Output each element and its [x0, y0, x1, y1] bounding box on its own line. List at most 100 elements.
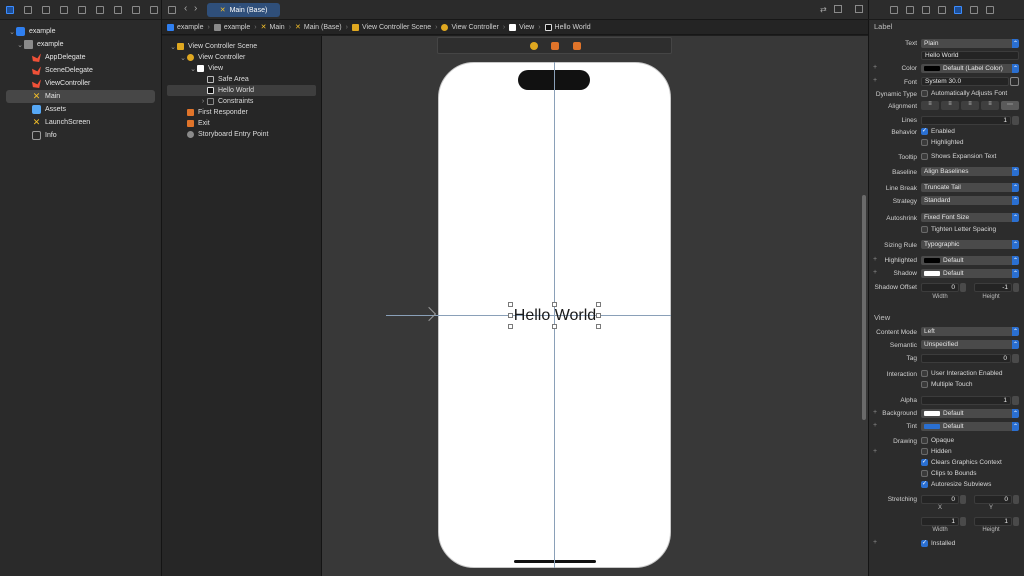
tree-item-assets[interactable]: Assets — [6, 103, 155, 116]
test-icon[interactable] — [96, 5, 104, 14]
alignment-segmented-control[interactable]: ≡ ≡ ≡ ≡ ⋯ — [921, 101, 1019, 110]
outline-item-entry-point[interactable]: Storyboard Entry Point — [167, 129, 316, 140]
font-field[interactable]: System 30.0 — [921, 77, 1009, 86]
stepper-icon[interactable] — [1012, 354, 1019, 363]
breadcrumb-item[interactable]: Hello World — [544, 23, 591, 31]
add-variation-icon[interactable]: + — [873, 539, 877, 546]
chevron-down-icon[interactable]: ⌄ — [189, 65, 197, 73]
autoshrink-popup[interactable]: Fixed Font Size — [921, 213, 1019, 222]
color-popup[interactable]: Default (Label Color) — [921, 64, 1019, 73]
grid-icon[interactable] — [168, 6, 176, 14]
stepper-icon[interactable] — [960, 517, 966, 526]
back-icon[interactable]: ‹ — [184, 3, 187, 14]
add-editor-icon[interactable] — [834, 5, 842, 13]
content-mode-popup[interactable]: Left — [921, 327, 1019, 336]
line-break-popup[interactable]: Truncate Tail — [921, 183, 1019, 192]
resize-handle[interactable] — [552, 302, 557, 307]
breadcrumb-item[interactable]: View — [509, 23, 534, 31]
symbol-icon[interactable] — [42, 5, 50, 14]
resize-handle[interactable] — [508, 313, 513, 318]
outline-item-scene[interactable]: ⌄ View Controller Scene — [167, 41, 316, 52]
align-center-icon[interactable]: ≡ — [941, 101, 959, 110]
stepper-icon[interactable] — [1012, 396, 1019, 405]
stepper-icon[interactable] — [1013, 495, 1019, 504]
resize-handle[interactable] — [596, 324, 601, 329]
breadcrumb-item[interactable]: ✕ Main — [261, 23, 285, 32]
debug-icon[interactable] — [114, 5, 122, 14]
enabled-checkbox[interactable]: Enabled — [921, 127, 955, 135]
background-popup[interactable]: Default — [921, 409, 1019, 418]
resize-handle[interactable] — [596, 302, 601, 307]
resize-handle[interactable] — [508, 324, 513, 329]
chevron-down-icon[interactable]: ⌄ — [8, 28, 16, 36]
hello-world-label[interactable]: Hello World — [510, 305, 600, 326]
shadow-offset-width-field[interactable]: 0 — [921, 283, 959, 292]
forward-icon[interactable]: › — [194, 3, 197, 14]
dynamic-type-checkbox[interactable]: Automatically Adjusts Font — [921, 90, 1007, 97]
quick-help-icon[interactable] — [922, 5, 930, 14]
tree-item-viewcontroller[interactable]: ViewController — [6, 77, 155, 90]
breadcrumb-item[interactable]: example — [213, 23, 250, 31]
outline-item-hello-world[interactable]: Hello World — [167, 85, 316, 96]
stretching-height-field[interactable]: 1 — [974, 517, 1012, 526]
tab-main-base[interactable]: ✕ Main (Base) — [207, 3, 280, 17]
shadow-popup[interactable]: Default — [921, 269, 1019, 278]
lines-field[interactable]: 1 — [921, 116, 1011, 125]
font-picker-icon[interactable] — [1010, 77, 1019, 86]
tree-item-main[interactable]: ✕ Main — [6, 90, 155, 103]
tint-popup[interactable]: Default — [921, 422, 1019, 431]
stepper-icon[interactable] — [1012, 116, 1019, 125]
history-icon[interactable] — [906, 5, 914, 14]
size-inspector-icon[interactable] — [970, 5, 978, 14]
outline-item-view[interactable]: ⌄ View — [167, 63, 316, 74]
resize-handle[interactable] — [596, 313, 601, 318]
breakpoint-icon[interactable] — [132, 5, 140, 14]
report-icon[interactable] — [150, 5, 158, 14]
breadcrumb-item[interactable]: View Controller — [441, 23, 499, 31]
tree-item-scenedelegate[interactable]: SceneDelegate — [6, 64, 155, 77]
breadcrumb-item[interactable]: example — [167, 23, 203, 31]
baseline-popup[interactable]: Align Baselines — [921, 167, 1019, 176]
tree-item-project[interactable]: ⌄ example — [6, 25, 155, 38]
outline-item-view-controller[interactable]: ⌄ View Controller — [167, 52, 316, 63]
align-justify-icon[interactable]: ≡ — [981, 101, 999, 110]
scene-dock[interactable] — [437, 37, 672, 54]
resize-handle[interactable] — [508, 302, 513, 307]
identity-inspector-icon[interactable] — [938, 5, 946, 14]
tooltip-checkbox[interactable]: Shows Expansion Text — [921, 153, 996, 160]
hidden-checkbox[interactable]: Hidden — [921, 448, 952, 455]
highlighted-checkbox[interactable]: Highlighted — [921, 139, 964, 146]
source-control-icon[interactable] — [24, 5, 32, 14]
stretching-x-field[interactable]: 0 — [921, 495, 959, 504]
chevron-down-icon[interactable]: ⌄ — [16, 41, 24, 49]
tree-item-launchscreen[interactable]: ✕ LaunchScreen — [6, 116, 155, 129]
warning-icon[interactable] — [78, 5, 86, 14]
text-content-field[interactable]: Hello World — [921, 51, 1019, 60]
attributes-inspector-icon[interactable] — [954, 5, 962, 14]
sizing-rule-popup[interactable]: Typographic — [921, 240, 1019, 249]
multiple-touch-checkbox[interactable]: Multiple Touch — [921, 381, 972, 388]
stepper-icon[interactable] — [1013, 517, 1019, 526]
add-variation-icon[interactable]: + — [873, 448, 877, 455]
inspector-toggle-icon[interactable] — [855, 5, 863, 13]
breadcrumb-item[interactable]: View Controller Scene — [351, 23, 431, 31]
first-responder-icon[interactable] — [551, 42, 559, 50]
tree-item-info[interactable]: Info — [6, 129, 155, 142]
opaque-checkbox[interactable]: Opaque — [921, 437, 954, 444]
stretching-y-field[interactable]: 0 — [974, 495, 1012, 504]
tag-field[interactable]: 0 — [921, 354, 1011, 363]
chevron-down-icon[interactable]: ⌄ — [169, 43, 177, 51]
alpha-field[interactable]: 1 — [921, 396, 1011, 405]
stepper-icon[interactable] — [960, 495, 966, 504]
tree-item-appdelegate[interactable]: AppDelegate — [6, 51, 155, 64]
stepper-icon[interactable] — [1013, 283, 1019, 292]
tree-item-folder[interactable]: ⌄ example — [6, 38, 155, 51]
outline-item-constraints[interactable]: › Constraints — [167, 96, 316, 107]
strategy-popup[interactable]: Standard — [921, 196, 1019, 205]
clears-graphics-checkbox[interactable]: Clears Graphics Context — [921, 458, 1002, 466]
stepper-icon[interactable] — [960, 283, 966, 292]
semantic-popup[interactable]: Unspecified — [921, 340, 1019, 349]
exit-icon[interactable] — [573, 42, 581, 50]
stretching-width-field[interactable]: 1 — [921, 517, 959, 526]
chevron-down-icon[interactable]: ⌄ — [179, 54, 187, 62]
